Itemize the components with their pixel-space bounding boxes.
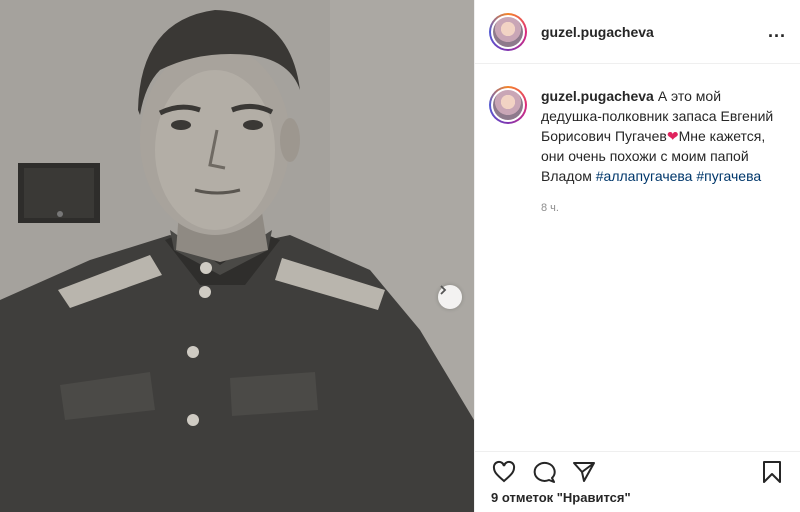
like-button[interactable] <box>489 457 519 487</box>
caption-avatar[interactable] <box>489 86 527 124</box>
portrait-image <box>0 0 474 512</box>
chevron-right-icon <box>440 285 447 295</box>
avatar[interactable] <box>489 12 527 51</box>
action-bar <box>475 451 800 491</box>
comment-button[interactable] <box>529 457 559 487</box>
bookmark-icon <box>763 460 781 483</box>
caption: guzel.pugacheva А это мой дедушка-полковн… <box>475 64 800 218</box>
likes-count[interactable]: 9 отметок "Нравится" <box>491 490 631 505</box>
post-time: 8 ч. <box>541 202 559 214</box>
heart-outline-icon <box>492 460 516 482</box>
heart-emoji: ❤ <box>666 128 679 144</box>
save-button[interactable] <box>757 457 787 487</box>
avatar-image <box>493 16 523 47</box>
paper-plane-icon <box>573 461 595 482</box>
share-button[interactable] <box>569 457 599 487</box>
post-side-panel: guzel.pugacheva ... guzel.pugacheva А это… <box>474 0 800 512</box>
more-options-icon[interactable]: ... <box>768 21 786 42</box>
next-photo-button[interactable] <box>438 285 462 309</box>
post-header: guzel.pugacheva ... <box>475 0 800 64</box>
post-photo[interactable] <box>0 0 474 512</box>
caption-username[interactable]: guzel.pugacheva <box>541 88 654 104</box>
header-username[interactable]: guzel.pugacheva <box>541 24 654 40</box>
hashtag-link[interactable]: #аллапугачева <box>596 168 693 184</box>
comment-bubble-icon <box>533 461 556 483</box>
hashtag-link[interactable]: #пугачева <box>696 168 761 184</box>
